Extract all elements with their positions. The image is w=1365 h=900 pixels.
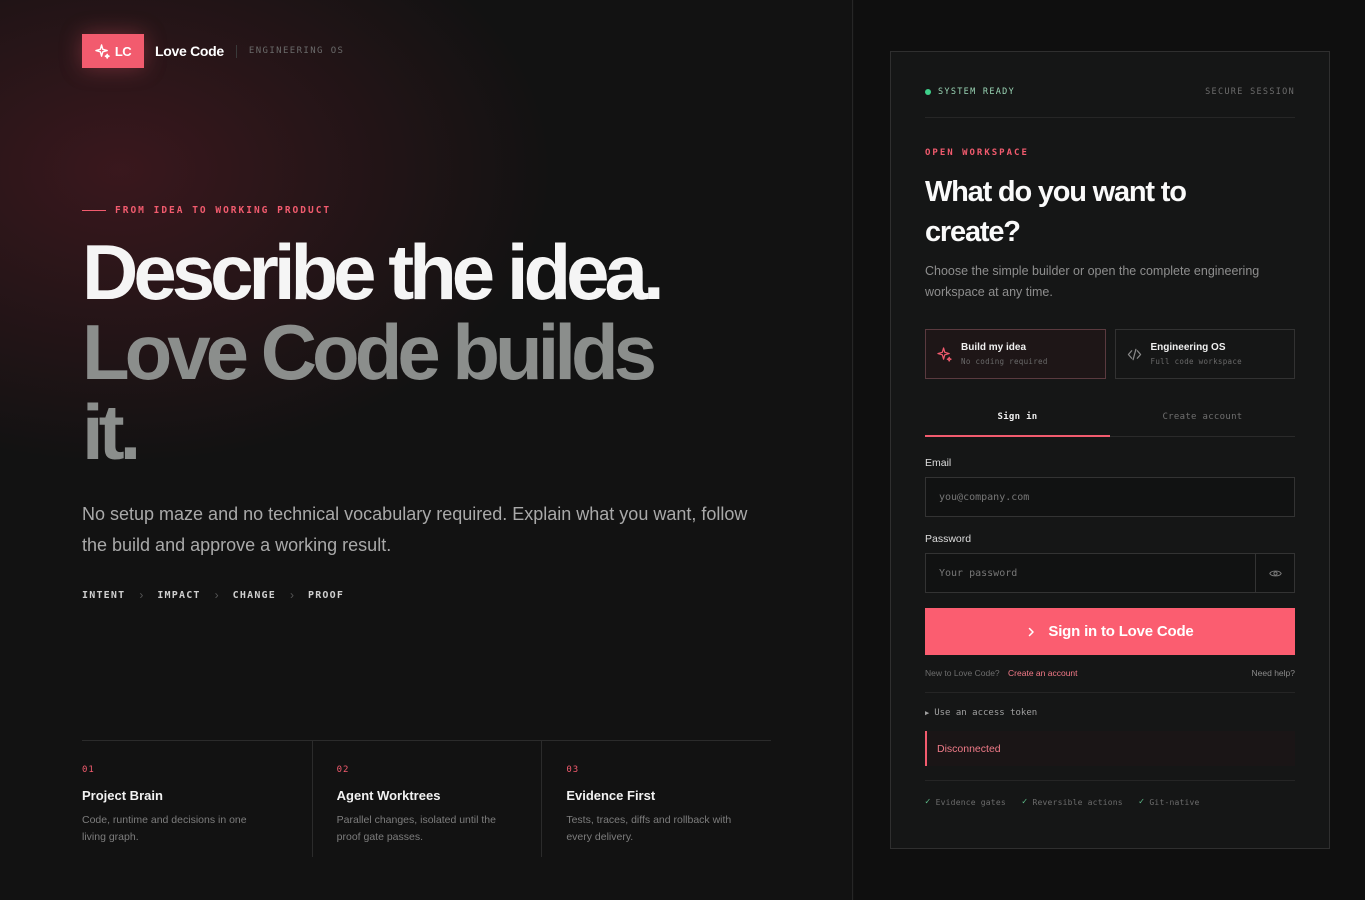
feature-number: 03 — [566, 765, 580, 775]
feature-title: Evidence First — [566, 788, 656, 803]
tab-create-account[interactable]: Create account — [1110, 401, 1295, 436]
email-field-wrapper — [925, 477, 1295, 517]
create-account-link[interactable]: Create an account — [1008, 668, 1077, 678]
brand-name: Love Code — [155, 43, 224, 59]
eyebrow-text: FROM IDEA TO WORKING PRODUCT — [115, 205, 332, 216]
email-field[interactable] — [926, 478, 1294, 516]
status-text: SYSTEM READY — [938, 86, 1016, 97]
hero-subtitle: No setup maze and no technical vocabular… — [82, 504, 748, 555]
badge-item: ✓ Evidence gates — [925, 797, 1006, 807]
logo[interactable]: LC — [82, 34, 144, 68]
feature-item: 02 Agent Worktrees Parallel changes, iso… — [311, 741, 542, 857]
tab-sign-in[interactable]: Sign in — [925, 401, 1110, 437]
access-token-toggle[interactable]: ▶ Use an access token — [925, 708, 1295, 718]
feature-list: 01 Project Brain Code, runtime and decis… — [82, 740, 771, 857]
help-row: New to Love Code? Create an account Need… — [925, 668, 1295, 693]
badge-label: Git-native — [1149, 797, 1200, 807]
card-status-bar: SYSTEM READY SECURE SESSION — [925, 52, 1295, 118]
hero-eyebrow: FROM IDEA TO WORKING PRODUCT — [82, 205, 331, 216]
sparkle-icon — [95, 43, 110, 59]
triangle-right-icon: ▶ — [925, 709, 930, 717]
badge-label: Evidence gates — [935, 797, 1006, 807]
sparkle-icon — [937, 346, 952, 362]
feature-number: 01 — [82, 765, 95, 775]
mode-subtitle: No coding required — [961, 357, 1048, 366]
badge-item: ✓ Reversible actions — [1022, 797, 1123, 807]
feature-title: Agent Worktrees — [336, 788, 441, 803]
feature-description: Tests, traces, diffs and rollback with e… — [566, 814, 732, 843]
email-label: Email — [925, 457, 952, 469]
need-help-link[interactable]: Need help? — [1252, 668, 1295, 678]
new-user-text: New to Love Code? — [925, 668, 1000, 678]
password-label: Password — [925, 533, 972, 545]
password-field[interactable] — [926, 554, 1255, 592]
brand-tagline: ENGINEERING OS — [248, 46, 345, 56]
headline-line-1: Describe the idea. — [82, 228, 665, 316]
mode-build-my-idea[interactable]: Build my idea No coding required — [925, 329, 1106, 379]
step-impact: IMPACT — [157, 589, 201, 601]
brand-divider — [235, 44, 237, 58]
badge-label: Reversible actions — [1032, 797, 1123, 807]
chevron-right-icon: › — [139, 588, 144, 602]
hero-panel: LC Love Code ENGINEERING OS FROM IDEA TO… — [0, 0, 853, 900]
eye-icon — [1268, 570, 1282, 576]
feature-description: Parallel changes, isolated until the pro… — [336, 814, 496, 843]
process-steps: INTENT › IMPACT › CHANGE › PROOF — [82, 588, 344, 602]
sign-in-button-label: Sign in to Love Code — [1048, 623, 1194, 640]
mode-title: Build my idea — [961, 342, 1027, 353]
code-icon — [1127, 348, 1141, 360]
auth-card: SYSTEM READY SECURE SESSION OPEN WORKSPA… — [890, 51, 1330, 849]
feature-item: 03 Evidence First Tests, traces, diffs a… — [541, 741, 771, 857]
connection-status: Disconnected — [925, 731, 1295, 766]
card-title: What do you want to create? — [925, 176, 1187, 248]
step-proof: PROOF — [307, 589, 345, 601]
feature-item: 01 Project Brain Code, runtime and decis… — [82, 741, 312, 857]
status-dot-icon — [925, 88, 931, 95]
check-icon: ✓ — [1138, 797, 1145, 807]
check-icon: ✓ — [1021, 797, 1028, 807]
chevron-right-icon: › — [289, 588, 294, 602]
step-change: CHANGE — [232, 589, 276, 601]
show-password-button[interactable] — [1255, 554, 1294, 592]
eyebrow-line — [82, 210, 106, 211]
mode-selector: Build my idea No coding required Enginee… — [925, 329, 1295, 379]
sign-in-button[interactable]: Sign in to Love Code — [925, 608, 1295, 655]
auth-tabs: Sign in Create account — [925, 401, 1295, 437]
secure-session-label: SECURE SESSION — [1205, 86, 1295, 97]
chevron-right-icon — [1029, 627, 1035, 636]
mode-engineering-os[interactable]: Engineering OS Full code workspace — [1114, 329, 1295, 379]
system-status: SYSTEM READY — [925, 87, 1015, 97]
brand-header: LC Love Code ENGINEERING OS — [82, 34, 344, 68]
card-eyebrow: OPEN WORKSPACE — [925, 148, 1029, 158]
access-token-label: Use an access token — [934, 708, 1038, 718]
badge-item: ✓ Git-native — [1139, 797, 1200, 807]
mode-subtitle: Full code workspace — [1150, 357, 1242, 366]
feature-title: Project Brain — [82, 788, 163, 803]
card-description: Choose the simple builder or open the co… — [925, 264, 1260, 299]
step-intent: INTENT — [82, 589, 126, 601]
logo-text: LC — [114, 43, 132, 59]
feature-description: Code, runtime and decisions in one livin… — [82, 814, 247, 843]
password-field-wrapper — [925, 553, 1295, 593]
trust-badges: ✓ Evidence gates ✓ Reversible actions ✓ … — [925, 780, 1295, 807]
hero-headline: Describe the idea. Love Code builds it. — [82, 232, 802, 472]
feature-number: 02 — [336, 765, 350, 775]
headline-line-3: it. — [82, 388, 141, 476]
check-icon: ✓ — [925, 797, 931, 807]
mode-title: Engineering OS — [1150, 342, 1226, 353]
headline-line-2: Love Code builds — [82, 308, 657, 396]
chevron-right-icon: › — [214, 588, 219, 602]
